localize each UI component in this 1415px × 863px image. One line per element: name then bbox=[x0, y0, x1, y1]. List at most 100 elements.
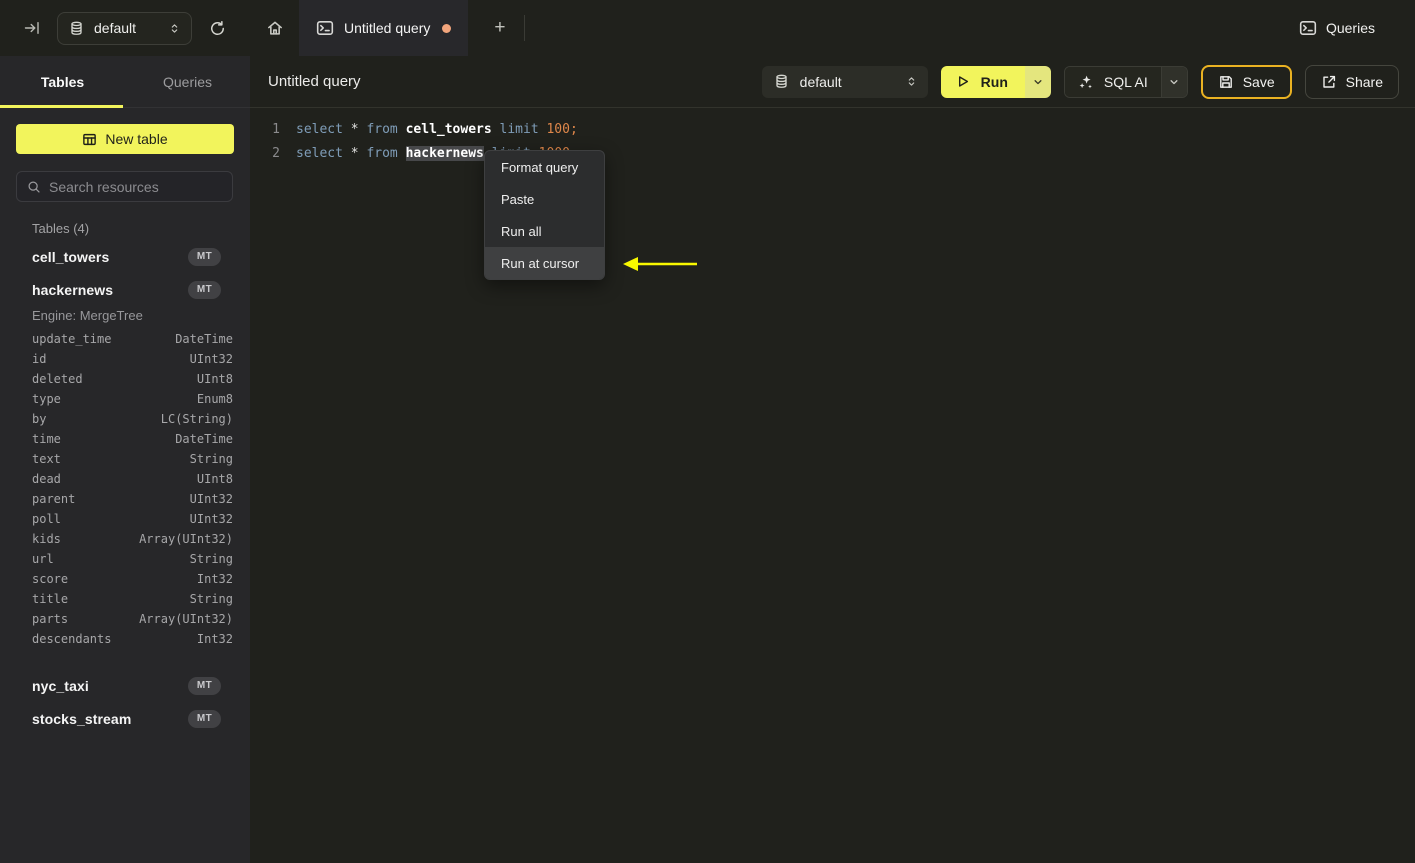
code-token: limit bbox=[499, 121, 547, 137]
context-menu-item-paste[interactable]: Paste bbox=[485, 183, 604, 215]
chevron-updown-icon bbox=[905, 75, 918, 88]
column-name: poll bbox=[32, 512, 61, 526]
column-row: title String bbox=[32, 589, 233, 609]
sql-editor[interactable]: 1 select * from cell_towers limit 100; 2 se… bbox=[250, 108, 1415, 863]
column-type: UInt8 bbox=[196, 472, 233, 486]
tables-section-label: Tables (4) bbox=[32, 221, 90, 236]
home-icon[interactable] bbox=[250, 0, 299, 56]
tables-list: cell_towers MT hackernews MT Engine: MergeTr… bbox=[0, 240, 250, 735]
tab-separator bbox=[524, 15, 526, 41]
table-name: cell_towers bbox=[32, 248, 110, 265]
sidebar: New table Tables (4) cell_towersMThacker… bbox=[0, 108, 250, 863]
column-type: String bbox=[189, 592, 233, 606]
refresh-icon[interactable] bbox=[209, 20, 226, 37]
context-menu-item-run-at-cursor[interactable]: Run at cursor bbox=[485, 247, 604, 279]
run-button-group: Run bbox=[940, 65, 1051, 98]
column-type: UInt32 bbox=[189, 352, 233, 366]
line-number: 1 bbox=[272, 121, 280, 137]
code-token: select bbox=[296, 145, 351, 161]
topbar: default Untitled query + Queries bbox=[0, 0, 1415, 56]
column-name: score bbox=[32, 572, 69, 586]
column-row: descendants Int32 bbox=[32, 629, 233, 649]
editor-toolbar: Untitled query default Run SQL AI Save S… bbox=[250, 56, 1415, 108]
database-selector-topbar[interactable]: default bbox=[57, 11, 192, 45]
play-icon bbox=[955, 74, 970, 89]
terminal-icon bbox=[316, 19, 334, 37]
terminal-icon bbox=[1299, 19, 1317, 37]
new-table-button[interactable]: New table bbox=[16, 124, 234, 154]
sql-ai-button-group: SQL AI bbox=[1063, 65, 1188, 98]
column-type: Int32 bbox=[196, 632, 233, 646]
column-name: text bbox=[32, 452, 61, 466]
column-row: time DateTime bbox=[32, 429, 233, 449]
code-token: select bbox=[296, 121, 351, 137]
table-row[interactable]: nyc_taxi MT bbox=[0, 669, 250, 702]
code-token: from bbox=[366, 121, 406, 137]
table-row[interactable]: hackernews MT bbox=[0, 273, 250, 306]
column-row: score Int32 bbox=[32, 569, 233, 589]
context-menu-item-run-all[interactable]: Run all bbox=[485, 215, 604, 247]
engine-badge: MT bbox=[188, 676, 221, 695]
save-button-label: Save bbox=[1242, 73, 1275, 90]
code-line[interactable]: 2select * from hackernews limit 1000 bbox=[250, 141, 1415, 165]
topbar-right-group: Queries bbox=[1299, 0, 1415, 56]
column-name: url bbox=[32, 552, 54, 566]
tab-untitled-query[interactable]: Untitled query bbox=[299, 0, 469, 56]
column-row: text String bbox=[32, 449, 233, 469]
column-row: by LC(String) bbox=[32, 409, 233, 429]
column-type: String bbox=[189, 452, 233, 466]
table-icon bbox=[82, 132, 97, 147]
topbar-left-group: default bbox=[0, 0, 250, 56]
column-row: parent UInt32 bbox=[32, 489, 233, 509]
toolbar-actions: default Run SQL AI Save Share bbox=[761, 64, 1399, 99]
code-lines: 1 select * from cell_towers limit 100; 2 se… bbox=[250, 117, 1415, 165]
column-type: Array(UInt32) bbox=[139, 612, 233, 626]
unsaved-changes-dot bbox=[442, 23, 452, 33]
column-row: deleted UInt8 bbox=[32, 369, 233, 389]
column-type: DateTime bbox=[175, 432, 233, 446]
column-type: String bbox=[189, 552, 233, 566]
queries-button[interactable]: Queries bbox=[1299, 19, 1375, 37]
table-row[interactable]: cell_towers MT bbox=[0, 240, 250, 273]
annotation-arrow bbox=[623, 257, 697, 271]
column-name: time bbox=[32, 432, 61, 446]
share-button[interactable]: Share bbox=[1304, 64, 1399, 99]
code-token: * bbox=[350, 121, 367, 137]
run-button[interactable]: Run bbox=[940, 65, 1025, 98]
table-name: hackernews bbox=[32, 281, 114, 298]
column-name: parent bbox=[32, 492, 76, 506]
code-token: hackernews bbox=[405, 145, 484, 161]
collapse-sidebar-icon[interactable] bbox=[24, 20, 40, 36]
table-engine-label: Engine: MergeTree bbox=[32, 308, 143, 323]
query-title: Untitled query bbox=[268, 73, 361, 90]
chevron-updown-icon bbox=[168, 22, 181, 35]
column-type: LC(String) bbox=[160, 412, 233, 426]
sql-ai-dropdown[interactable] bbox=[1160, 66, 1187, 97]
column-row: url String bbox=[32, 549, 233, 569]
column-row: parts Array(UInt32) bbox=[32, 609, 233, 629]
context-menu-item-format-query[interactable]: Format query bbox=[485, 151, 604, 183]
engine-badge: MT bbox=[188, 709, 221, 728]
code-line[interactable]: 1 select * from cell_towers limit 100; bbox=[250, 117, 1415, 141]
table-row[interactable]: stocks_stream MT bbox=[0, 702, 250, 735]
code-text: select * from cell_towers limit 100; bbox=[296, 122, 578, 137]
new-tab-button[interactable]: + bbox=[483, 0, 516, 56]
code-token: cell_towers bbox=[405, 121, 500, 137]
sidebar-tab-queries[interactable]: Queries bbox=[125, 56, 250, 107]
save-button[interactable]: Save bbox=[1200, 64, 1292, 99]
sidebar-tab-tables[interactable]: Tables bbox=[0, 56, 125, 108]
search-icon bbox=[27, 180, 41, 194]
share-button-label: Share bbox=[1345, 73, 1383, 90]
column-row: poll UInt32 bbox=[32, 509, 233, 529]
database-selector-value: default bbox=[799, 73, 842, 90]
table-name: stocks_stream bbox=[32, 710, 132, 727]
column-name: dead bbox=[32, 472, 61, 486]
search-input[interactable] bbox=[49, 178, 230, 195]
new-table-button-label: New table bbox=[105, 131, 168, 147]
sidebar-tab-queries-label: Queries bbox=[162, 73, 213, 90]
database-selector-toolbar[interactable]: default bbox=[761, 65, 928, 98]
column-row: kids Array(UInt32) bbox=[32, 529, 233, 549]
sql-ai-button[interactable]: SQL AI bbox=[1064, 66, 1161, 97]
run-options-dropdown[interactable] bbox=[1024, 65, 1051, 98]
